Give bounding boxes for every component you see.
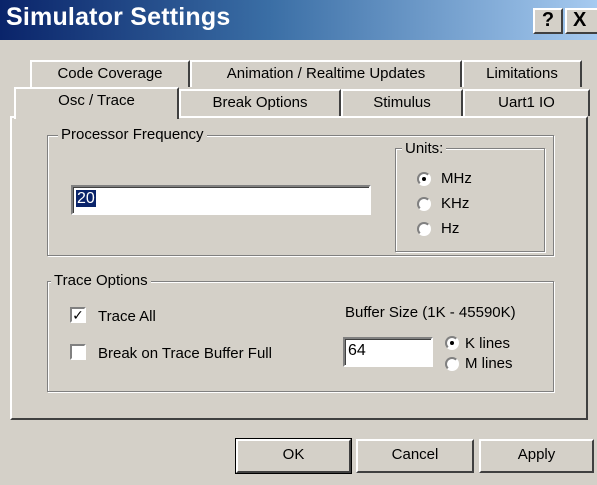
trace-options-label: Trace Options: [51, 272, 151, 290]
units-label: Units:: [402, 140, 447, 158]
processor-frequency-group: Processor Frequency 20 Units: MHz KHz Hz: [47, 126, 554, 256]
close-button[interactable]: X: [565, 8, 597, 34]
tab-code-coverage[interactable]: Code Coverage: [30, 60, 190, 87]
cancel-button[interactable]: Cancel: [356, 439, 474, 473]
break-on-trace-buffer-full-checkbox[interactable]: [70, 344, 86, 360]
checkmark-icon: ✓: [72, 307, 84, 323]
k-lines-label[interactable]: K lines: [465, 335, 510, 353]
break-on-trace-buffer-full-label[interactable]: Break on Trace Buffer Full: [98, 345, 272, 363]
ok-button[interactable]: OK: [235, 438, 352, 474]
apply-button[interactable]: Apply: [479, 439, 594, 473]
m-lines-radio[interactable]: [445, 357, 459, 371]
tab-animation-realtime-updates[interactable]: Animation / Realtime Updates: [190, 60, 462, 87]
units-mhz-label[interactable]: MHz: [441, 170, 472, 188]
radio-selected-dot: [450, 341, 454, 345]
processor-frequency-label: Processor Frequency: [58, 126, 207, 144]
tab-break-options[interactable]: Break Options: [179, 89, 341, 116]
tab-stimulus[interactable]: Stimulus: [341, 89, 463, 116]
units-group: Units: MHz KHz Hz: [395, 140, 545, 252]
frequency-value: 20: [76, 190, 96, 207]
m-lines-label[interactable]: M lines: [465, 355, 513, 373]
units-khz-radio[interactable]: [417, 197, 431, 211]
radio-selected-dot: [422, 177, 426, 181]
window-title: Simulator Settings: [6, 3, 231, 31]
units-khz-label[interactable]: KHz: [441, 195, 469, 213]
simulator-settings-dialog: Simulator Settings ? X Code Coverage Ani…: [0, 0, 597, 485]
trace-options-group: Trace Options ✓ Trace All Break on Trace…: [47, 272, 554, 392]
trace-all-label[interactable]: Trace All: [98, 308, 156, 326]
tab-uart1-io[interactable]: Uart1 IO: [463, 89, 590, 116]
units-hz-radio[interactable]: [417, 222, 431, 236]
buffer-size-label: Buffer Size (1K - 45590K): [345, 304, 516, 321]
trace-all-checkbox[interactable]: ✓: [70, 307, 86, 323]
tab-osc-trace[interactable]: Osc / Trace: [14, 87, 179, 119]
units-mhz-radio[interactable]: [417, 172, 431, 186]
units-hz-label[interactable]: Hz: [441, 220, 459, 238]
help-button[interactable]: ?: [533, 8, 563, 34]
buffer-size-input[interactable]: 64: [343, 337, 433, 367]
frequency-input[interactable]: 20: [71, 185, 371, 215]
tab-panel: Processor Frequency 20 Units: MHz KHz Hz…: [10, 116, 588, 420]
title-bar[interactable]: Simulator Settings ? X: [0, 0, 597, 40]
tab-limitations[interactable]: Limitations: [462, 60, 582, 87]
k-lines-radio[interactable]: [445, 336, 459, 350]
